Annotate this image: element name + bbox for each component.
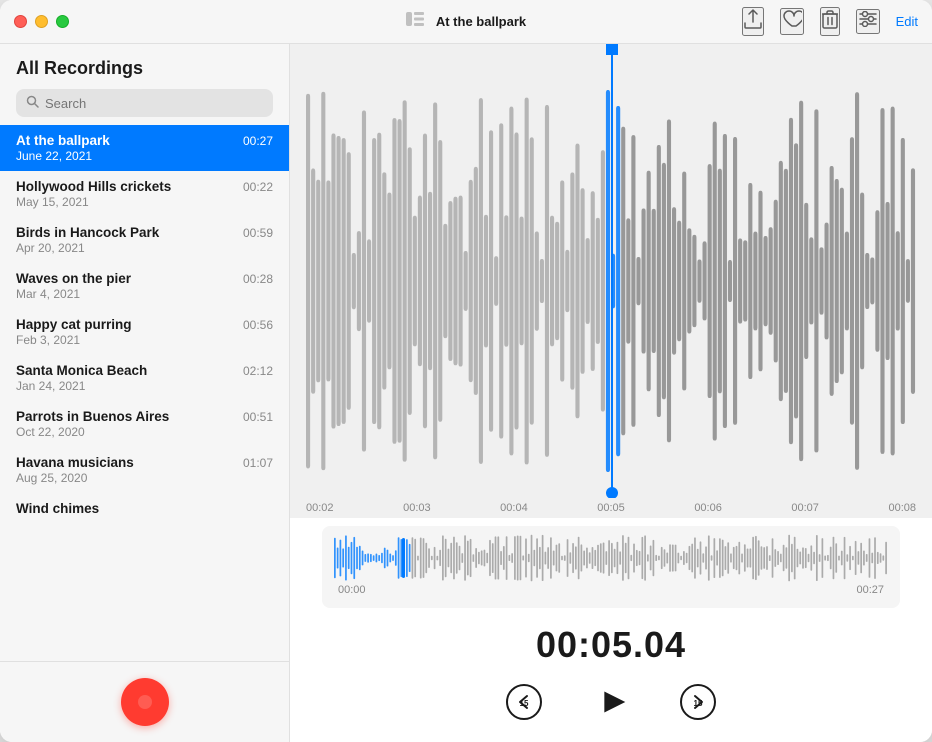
search-bar[interactable] bbox=[16, 89, 273, 117]
window-title: At the ballpark bbox=[436, 14, 526, 29]
recording-name: Hollywood Hills crickets bbox=[16, 179, 171, 194]
recording-name: Parrots in Buenos Aires bbox=[16, 409, 169, 424]
search-icon bbox=[26, 95, 39, 111]
recording-duration: 00:59 bbox=[243, 226, 273, 240]
recording-item[interactable]: At the ballpark 00:27 June 22, 2021 bbox=[0, 125, 289, 171]
recording-name: Havana musicians bbox=[16, 455, 134, 470]
waveform-main-container: 00:02 00:03 00:04 00:05 00:06 00:07 00:08 bbox=[290, 44, 932, 518]
recording-item[interactable]: Wind chimes bbox=[0, 493, 289, 525]
recording-date: Aug 25, 2020 bbox=[16, 471, 273, 485]
svg-text:15: 15 bbox=[694, 699, 703, 708]
mini-playhead bbox=[402, 538, 405, 578]
recording-item[interactable]: Waves on the pier 00:28 Mar 4, 2021 bbox=[0, 263, 289, 309]
recording-date: Feb 3, 2021 bbox=[16, 333, 273, 347]
main-waveform[interactable] bbox=[306, 64, 916, 498]
time-label: 00:03 bbox=[403, 502, 431, 514]
mini-waveform-section: 00:00 00:27 bbox=[290, 518, 932, 612]
recording-date: June 22, 2021 bbox=[16, 149, 273, 163]
minimize-button[interactable] bbox=[35, 15, 48, 28]
recording-date: May 15, 2021 bbox=[16, 195, 273, 209]
play-button[interactable] bbox=[591, 682, 631, 722]
recording-date: Apr 20, 2021 bbox=[16, 241, 273, 255]
close-button[interactable] bbox=[14, 15, 27, 28]
recording-duration: 00:51 bbox=[243, 410, 273, 424]
skip-back-button[interactable]: 15 bbox=[505, 683, 543, 721]
time-label: 00:06 bbox=[694, 502, 722, 514]
time-label: 00:07 bbox=[791, 502, 819, 514]
mini-time-axis: 00:00 00:27 bbox=[322, 582, 900, 600]
recording-name: At the ballpark bbox=[16, 133, 110, 148]
recording-date: Mar 4, 2021 bbox=[16, 287, 273, 301]
recording-item[interactable]: Havana musicians 01:07 Aug 25, 2020 bbox=[0, 447, 289, 493]
share-button[interactable] bbox=[742, 7, 764, 36]
waveform-main[interactable] bbox=[290, 44, 932, 498]
skip-forward-button[interactable]: 15 bbox=[679, 683, 717, 721]
record-button[interactable] bbox=[121, 678, 169, 726]
sidebar-header: All Recordings bbox=[0, 44, 289, 125]
search-input[interactable] bbox=[45, 96, 263, 111]
recording-duration: 02:12 bbox=[243, 364, 273, 378]
recording-name: Happy cat purring bbox=[16, 317, 132, 332]
time-label: 00:08 bbox=[888, 502, 916, 514]
titlebar-center: At the ballpark bbox=[406, 12, 526, 31]
playhead-top-handle[interactable] bbox=[606, 44, 618, 55]
sidebar-toggle-icon[interactable] bbox=[406, 12, 424, 31]
recording-duration: 00:28 bbox=[243, 272, 273, 286]
app-window: At the ballpark bbox=[0, 0, 932, 742]
sidebar-title: All Recordings bbox=[16, 58, 273, 79]
recording-name: Waves on the pier bbox=[16, 271, 131, 286]
recording-item[interactable]: Birds in Hancock Park 00:59 Apr 20, 2021 bbox=[0, 217, 289, 263]
recording-duration: 01:07 bbox=[243, 456, 273, 470]
favorite-button[interactable] bbox=[780, 8, 804, 35]
delete-button[interactable] bbox=[820, 7, 840, 36]
recording-date: Jan 24, 2021 bbox=[16, 379, 273, 393]
edit-button[interactable]: Edit bbox=[896, 14, 918, 29]
recording-name: Wind chimes bbox=[16, 501, 99, 516]
playback-controls: 15 15 bbox=[290, 674, 932, 742]
mini-waveform[interactable] bbox=[322, 534, 900, 582]
recording-item[interactable]: Hollywood Hills crickets 00:22 May 15, 2… bbox=[0, 171, 289, 217]
main-content: All Recordings At the ballpark 00:27 bbox=[0, 44, 932, 742]
recording-duration: 00:27 bbox=[243, 134, 273, 148]
titlebar-actions: Edit bbox=[742, 7, 918, 36]
recording-name: Santa Monica Beach bbox=[16, 363, 147, 378]
timer-display: 00:05.04 bbox=[290, 612, 932, 674]
recordings-list: At the ballpark 00:27 June 22, 2021 Holl… bbox=[0, 125, 289, 661]
time-label: 00:04 bbox=[500, 502, 528, 514]
time-label: 00:05 bbox=[597, 502, 625, 514]
sidebar-footer bbox=[0, 661, 289, 742]
main-area: 00:02 00:03 00:04 00:05 00:06 00:07 00:08 00:0… bbox=[290, 44, 932, 742]
traffic-lights bbox=[14, 15, 69, 28]
svg-text:15: 15 bbox=[520, 699, 529, 708]
time-label: 00:02 bbox=[306, 502, 334, 514]
mini-waveform-svg[interactable] bbox=[334, 534, 888, 582]
sidebar: All Recordings At the ballpark 00:27 bbox=[0, 44, 290, 742]
settings-button[interactable] bbox=[856, 9, 880, 34]
recording-name: Birds in Hancock Park bbox=[16, 225, 159, 240]
recording-item[interactable]: Santa Monica Beach 02:12 Jan 24, 2021 bbox=[0, 355, 289, 401]
recording-date: Oct 22, 2020 bbox=[16, 425, 273, 439]
recording-item[interactable]: Happy cat purring 00:56 Feb 3, 2021 bbox=[0, 309, 289, 355]
mini-time-end: 00:27 bbox=[856, 584, 884, 596]
mini-waveform-container[interactable]: 00:00 00:27 bbox=[322, 526, 900, 608]
recording-duration: 00:56 bbox=[243, 318, 273, 332]
time-axis: 00:02 00:03 00:04 00:05 00:06 00:07 00:08 bbox=[290, 498, 932, 518]
mini-time-start: 00:00 bbox=[338, 584, 366, 596]
recording-duration: 00:22 bbox=[243, 180, 273, 194]
maximize-button[interactable] bbox=[56, 15, 69, 28]
titlebar: At the ballpark bbox=[0, 0, 932, 44]
recording-item[interactable]: Parrots in Buenos Aires 00:51 Oct 22, 20… bbox=[0, 401, 289, 447]
